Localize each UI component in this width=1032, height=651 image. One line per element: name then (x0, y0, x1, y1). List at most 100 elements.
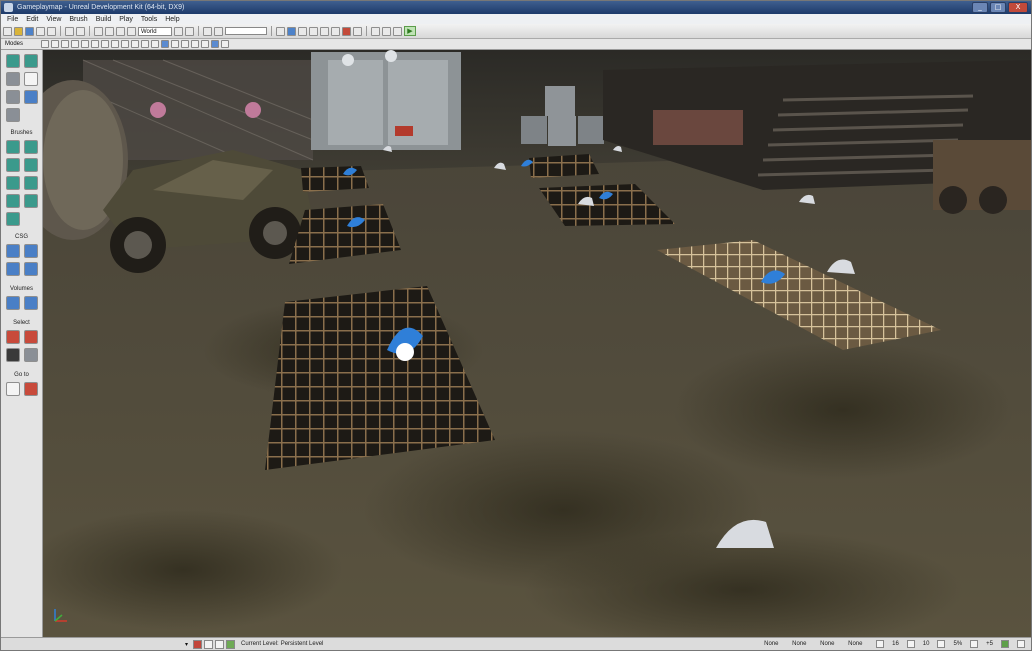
scale-icon[interactable] (116, 26, 125, 36)
build-paths-icon[interactable] (298, 26, 307, 36)
mode-actors-icon[interactable] (151, 40, 159, 48)
rotation-snap-icon[interactable] (906, 640, 915, 648)
mode-paths-icon[interactable] (121, 40, 129, 48)
csg-deintersect-icon[interactable] (24, 262, 38, 276)
minimize-button[interactable]: _ (972, 2, 988, 13)
mode-realtime-icon[interactable] (161, 40, 169, 48)
binoculars-icon[interactable] (174, 26, 183, 36)
generic-browser-icon[interactable] (185, 26, 194, 36)
rotate-icon[interactable] (105, 26, 114, 36)
linear-stair-brush-icon[interactable] (6, 176, 20, 190)
stop-build-icon[interactable] (342, 26, 351, 36)
perspective-viewport[interactable] (43, 50, 1031, 637)
cube-brush-icon[interactable] (6, 140, 20, 154)
mode-terrain-icon[interactable] (61, 40, 69, 48)
translate-icon[interactable] (94, 26, 103, 36)
show-selected-icon[interactable] (6, 330, 20, 344)
toolbar-search-input[interactable] (225, 27, 267, 35)
volumetric-brush-icon[interactable] (6, 212, 20, 226)
mode-collision-icon[interactable] (201, 40, 209, 48)
csg-subtract-icon[interactable] (24, 244, 38, 258)
mode-pin-icon[interactable] (221, 40, 229, 48)
eye-icon[interactable] (6, 108, 20, 122)
mode-volumes-icon[interactable] (131, 40, 139, 48)
sphere-brush-icon[interactable] (24, 194, 38, 208)
hide-selected-icon[interactable] (24, 330, 38, 344)
mode-camera-icon[interactable] (41, 40, 49, 48)
kismet-icon[interactable] (203, 26, 212, 36)
menu-tools[interactable]: Tools (141, 16, 157, 23)
grid-snap-icon[interactable] (876, 640, 885, 648)
add-volume-icon[interactable] (6, 296, 20, 310)
preferences-icon[interactable] (1017, 640, 1025, 648)
open-folder-icon[interactable] (14, 26, 23, 36)
level-dropdown-arrow-icon[interactable]: ▾ (185, 641, 193, 648)
menu-play[interactable]: Play (119, 16, 133, 23)
level-visibility-icon[interactable] (204, 639, 213, 649)
mode-meshpaint-icon[interactable] (81, 40, 89, 48)
maximize-button[interactable]: □ (990, 2, 1006, 13)
redo-icon[interactable] (76, 26, 85, 36)
current-level-value[interactable]: Persistent Level (281, 641, 324, 647)
mode-coverage-icon[interactable] (111, 40, 119, 48)
console-icon[interactable] (393, 26, 402, 36)
level-browser-icon[interactable] (215, 639, 224, 649)
search-actors-icon[interactable] (353, 26, 362, 36)
scale-snap-icon[interactable] (937, 640, 946, 648)
matinee-icon[interactable] (214, 26, 223, 36)
new-file-icon[interactable] (3, 26, 12, 36)
sheet-brush-icon[interactable] (24, 176, 38, 190)
grid-size-value[interactable]: 16 (892, 641, 899, 647)
mode-kismet-icon[interactable] (191, 40, 199, 48)
coordinate-system-select[interactable]: World (138, 26, 172, 36)
level-lock-icon[interactable] (193, 639, 202, 649)
cone-brush-icon[interactable] (24, 140, 38, 154)
mode-foliage-icon[interactable] (101, 40, 109, 48)
rotation-snap-value[interactable]: 10 (923, 641, 930, 647)
scale-snap-value[interactable]: 5% (953, 641, 962, 647)
geometry-mode-icon[interactable] (24, 54, 38, 68)
drag-grid-icon[interactable] (1001, 640, 1009, 648)
terrain-mode-icon[interactable] (6, 72, 20, 86)
undo-icon[interactable] (65, 26, 74, 36)
build-geometry-icon[interactable] (276, 26, 285, 36)
csg-intersect-icon[interactable] (6, 262, 20, 276)
mode-lights-icon[interactable] (141, 40, 149, 48)
goto-builder-brush-icon[interactable] (24, 382, 38, 396)
cylinder-brush-icon[interactable] (24, 158, 38, 172)
add-special-icon[interactable] (24, 296, 38, 310)
curved-stair-brush-icon[interactable] (6, 158, 20, 172)
mode-geometry-icon[interactable] (51, 40, 59, 48)
camera-mode-icon[interactable] (6, 54, 20, 68)
play-in-viewport-icon[interactable] (371, 26, 380, 36)
menu-view[interactable]: View (46, 16, 61, 23)
spiral-stair-brush-icon[interactable] (6, 194, 20, 208)
mode-landscape-icon[interactable] (91, 40, 99, 48)
mesh-paint-icon[interactable] (24, 90, 38, 104)
build-all-icon[interactable] (320, 26, 329, 36)
csg-add-icon[interactable] (6, 244, 20, 258)
show-all-icon[interactable] (24, 348, 38, 362)
mode-game-icon[interactable] (181, 40, 189, 48)
menu-help[interactable]: Help (165, 16, 179, 23)
content-browser-icon[interactable] (47, 26, 56, 36)
save-all-icon[interactable] (36, 26, 45, 36)
menu-edit[interactable]: Edit (26, 16, 38, 23)
build-cover-icon[interactable] (309, 26, 318, 36)
menu-build[interactable]: Build (96, 16, 112, 23)
menu-file[interactable]: File (7, 16, 18, 23)
invert-selection-icon[interactable] (6, 348, 20, 362)
mode-play-icon[interactable] (211, 40, 219, 48)
scale-nonuniform-icon[interactable] (127, 26, 136, 36)
menu-brush[interactable]: Brush (69, 16, 87, 23)
mode-texture-icon[interactable] (71, 40, 79, 48)
autosave-icon[interactable] (970, 640, 979, 648)
close-button[interactable]: X (1008, 2, 1028, 13)
mode-sound-icon[interactable] (171, 40, 179, 48)
play-on-pc-icon[interactable] (382, 26, 391, 36)
texture-align-icon[interactable] (6, 90, 20, 104)
save-icon[interactable] (25, 26, 34, 36)
lighting-quality-icon[interactable] (331, 26, 340, 36)
build-lighting-icon[interactable] (287, 26, 296, 36)
move-mode-icon[interactable] (24, 72, 38, 86)
